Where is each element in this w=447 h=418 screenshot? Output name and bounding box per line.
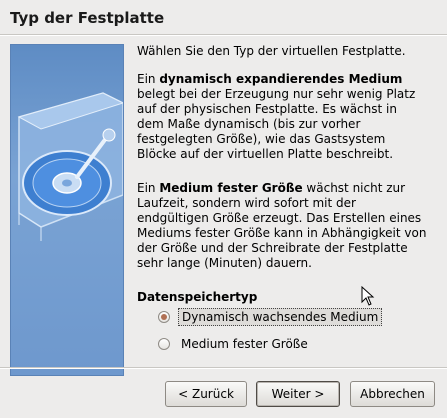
- dynamic-description-rest: belegt bei der Erzeugung nur sehr wenig …: [137, 87, 416, 161]
- radio-dynamic[interactable]: Dynamisch wachsendes Medium: [158, 308, 383, 326]
- footer-separator: [0, 367, 447, 369]
- radio-fixed-button[interactable]: [158, 338, 170, 350]
- hard-disk-illustration: [10, 44, 125, 376]
- radio-fixed[interactable]: Medium fester Größe: [158, 335, 311, 353]
- dynamic-description-bold: dynamisch expandierendes Medium: [159, 72, 403, 86]
- fixed-description: Ein Medium fester Größe wächst nicht zur…: [137, 181, 427, 271]
- header-separator: [0, 34, 447, 36]
- back-button[interactable]: < Zurück: [165, 381, 247, 407]
- hard-disk-icon: [17, 92, 125, 241]
- fixed-description-bold: Medium fester Größe: [159, 181, 303, 195]
- mouse-pointer-icon: [361, 286, 375, 306]
- storage-type-label: Datenspeichertyp: [137, 290, 258, 304]
- radio-dynamic-label[interactable]: Dynamisch wachsendes Medium: [178, 308, 383, 326]
- next-button[interactable]: Weiter >: [256, 381, 340, 407]
- dynamic-description: Ein dynamisch expandierendes Medium bele…: [137, 72, 427, 162]
- page-title: Typ der Festplatte: [10, 9, 165, 27]
- dynamic-description-prefix: Ein: [137, 72, 160, 86]
- radio-fixed-label[interactable]: Medium fester Größe: [178, 336, 311, 352]
- radio-dynamic-button[interactable]: [158, 311, 170, 323]
- intro-text: Wählen Sie den Typ der virtuellen Festpl…: [137, 44, 406, 58]
- cancel-button[interactable]: Abbrechen: [350, 381, 435, 407]
- fixed-description-prefix: Ein: [137, 181, 160, 195]
